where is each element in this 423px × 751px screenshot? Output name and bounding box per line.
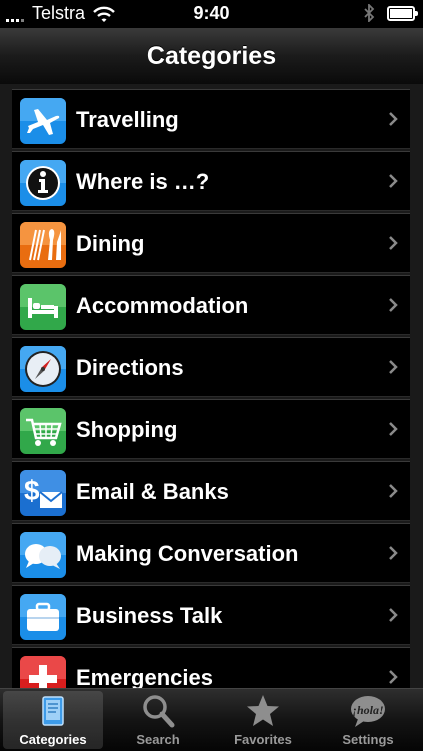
category-row-business-talk[interactable]: Business Talk [12, 585, 410, 645]
page-title: Categories [146, 42, 277, 70]
tab-categories[interactable]: Categories [3, 691, 103, 749]
category-row-accommodation[interactable]: Accommodation [12, 275, 410, 335]
dollar-envelope-icon: $ [20, 470, 66, 516]
category-label: Travelling [76, 107, 179, 132]
category-label: Directions [76, 355, 184, 380]
category-label: Where is …? [76, 169, 210, 194]
chevron-right-icon [389, 422, 398, 436]
shopping-cart-icon [20, 408, 66, 454]
category-label: Accommodation [76, 293, 249, 318]
category-row-directions[interactable]: Directions [12, 337, 410, 397]
category-label: Dining [76, 231, 145, 256]
tab-label: Settings [342, 732, 394, 747]
hola-text: ¡hola! [352, 703, 383, 717]
tab-label: Categories [19, 732, 87, 747]
category-row-travelling[interactable]: Travelling [12, 89, 410, 149]
chevron-right-icon [389, 236, 398, 250]
category-row-where-is[interactable]: Where is …? [12, 151, 410, 211]
category-row-dining[interactable]: Dining [12, 213, 410, 273]
tab-settings[interactable]: ¡hola! Settings [318, 691, 418, 749]
category-list[interactable]: Travelling Where is …? Dining Accommodat… [0, 84, 423, 688]
battery-fill [390, 8, 412, 18]
chevron-right-icon [389, 298, 398, 312]
hola-bubble-icon: ¡hola! [351, 696, 385, 727]
navigation-bar: Categories [0, 28, 423, 85]
category-label: Emergencies [76, 665, 213, 688]
compass-icon [20, 346, 66, 392]
briefcase-icon [20, 594, 66, 640]
chevron-right-icon [389, 484, 398, 498]
book-icon [42, 696, 64, 726]
tab-search[interactable]: Search [108, 691, 208, 749]
category-row-email-banks[interactable]: $ Email & Banks [12, 461, 410, 521]
status-bar: Telstra 9:40 [0, 0, 423, 28]
tab-label: Favorites [234, 732, 292, 747]
fork-knife-icon [20, 222, 66, 268]
chevron-right-icon [389, 670, 398, 684]
category-row-emergencies[interactable]: Emergencies [12, 647, 410, 688]
chevron-right-icon [389, 174, 398, 188]
info-icon [20, 160, 66, 206]
tab-bar: Categories Search Favorites ¡hola! Setti… [0, 688, 423, 751]
magnifier-icon [143, 695, 175, 728]
bed-icon [20, 284, 66, 330]
airplane-icon [20, 98, 66, 144]
chevron-right-icon [389, 112, 398, 126]
star-icon [247, 695, 279, 726]
category-label: Shopping [76, 417, 178, 442]
category-row-shopping[interactable]: Shopping [12, 399, 410, 459]
category-row-making-conversation[interactable]: Making Conversation [12, 523, 410, 583]
chevron-right-icon [389, 608, 398, 622]
swiss-cross-icon [20, 656, 66, 688]
svg-text:$: $ [24, 475, 40, 506]
status-time: 9:40 [193, 3, 230, 23]
status-right [363, 4, 418, 22]
tab-favorites[interactable]: Favorites [213, 691, 313, 749]
chevron-right-icon [389, 546, 398, 560]
tab-label: Search [136, 732, 180, 747]
chevron-right-icon [389, 360, 398, 374]
speech-bubbles-icon [20, 532, 66, 578]
battery-icon [387, 5, 418, 21]
category-label: Making Conversation [76, 541, 299, 566]
bluetooth-icon [364, 4, 375, 22]
category-label: Business Talk [76, 603, 223, 628]
category-label: Email & Banks [76, 479, 229, 504]
